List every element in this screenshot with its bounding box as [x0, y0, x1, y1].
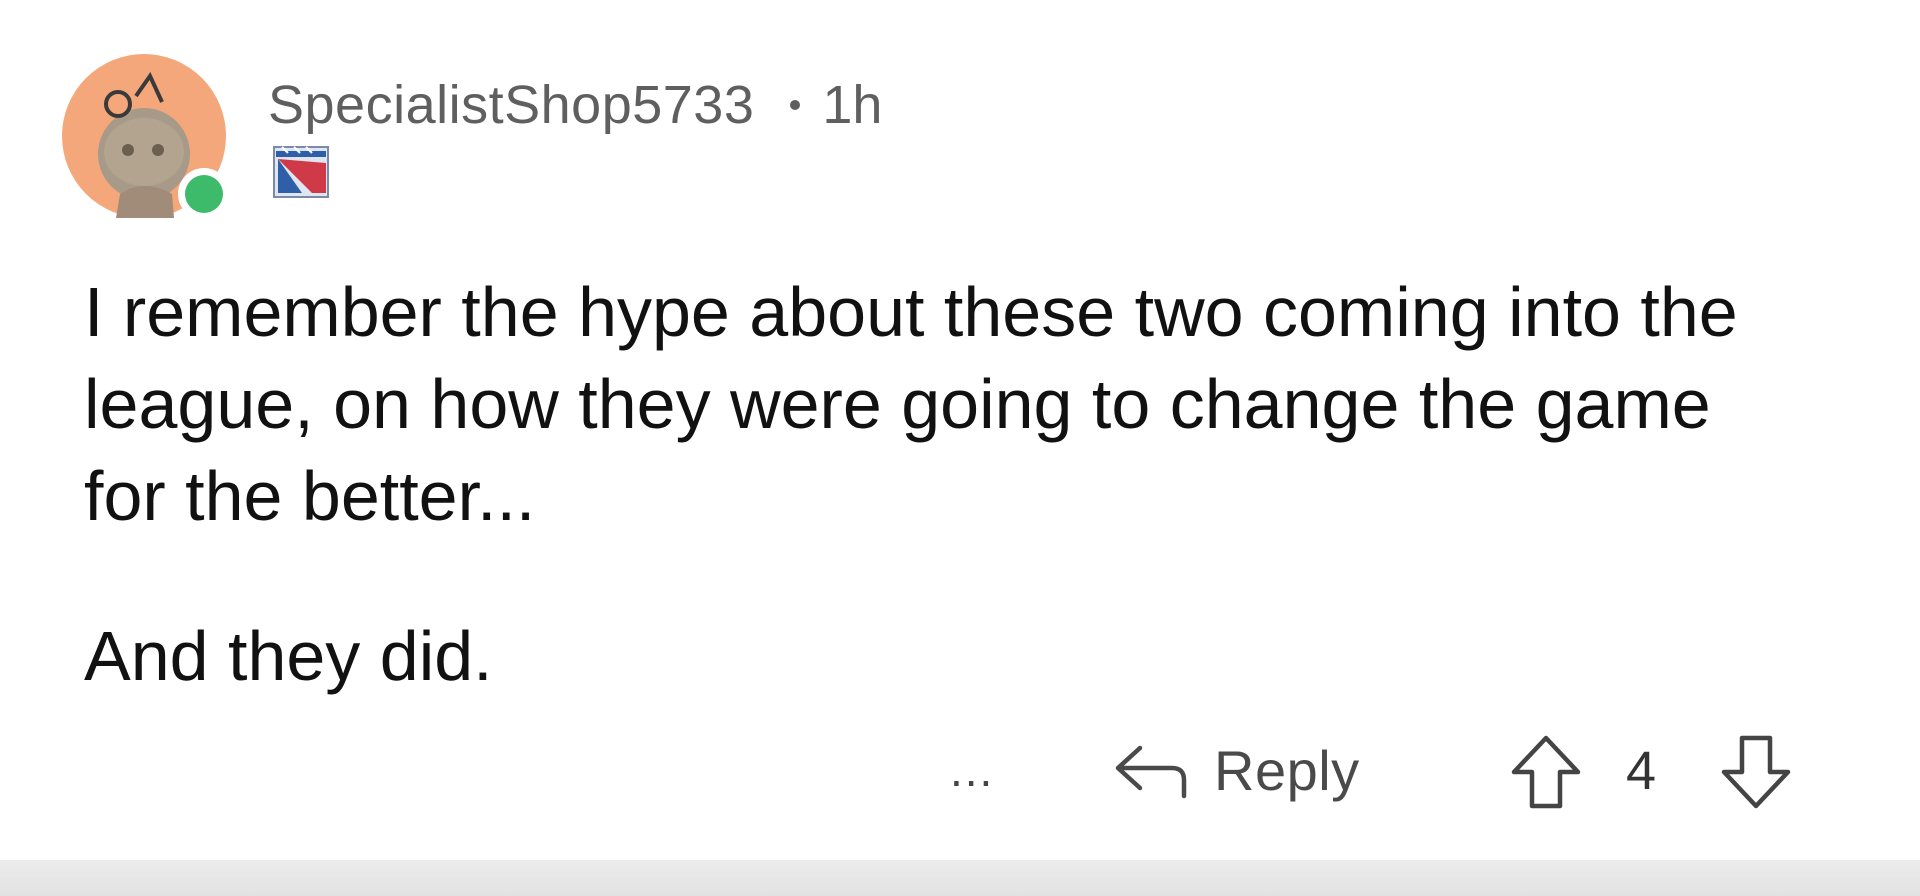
reply-arrow-icon: [1115, 745, 1187, 799]
bottom-divider: [0, 860, 1920, 896]
comment-paragraph: I remember the hype about these two comi…: [84, 273, 1738, 535]
comment-meta: SpecialistShop5733 1h: [268, 70, 882, 140]
reply-label: Reply: [1214, 738, 1360, 802]
more-options-button[interactable]: ...: [950, 740, 994, 800]
upvote-button[interactable]: [1508, 734, 1584, 815]
username-link[interactable]: SpecialistShop5733: [268, 70, 754, 140]
separator-dot: [790, 100, 801, 110]
downvote-button[interactable]: [1718, 734, 1794, 815]
reply-button[interactable]: Reply: [1112, 732, 1360, 808]
comment-timestamp: 1h: [822, 75, 883, 135]
team-flair-icon: [272, 143, 330, 201]
comment-card: SpecialistShop5733 1h I remember the hyp…: [0, 0, 1920, 860]
user-avatar[interactable]: [62, 54, 226, 218]
online-status-dot: [185, 175, 223, 213]
reddit-snoo-avatar-icon: [62, 54, 226, 218]
comment-body: I remember the hype about these two comi…: [84, 266, 1784, 702]
comment-actions: ... Reply 4: [0, 732, 1920, 812]
downvote-arrow-icon: [1721, 735, 1791, 809]
upvote-arrow-icon: [1511, 735, 1581, 809]
comment-paragraph: And they did.: [84, 617, 493, 695]
vote-score: 4: [1626, 741, 1657, 801]
